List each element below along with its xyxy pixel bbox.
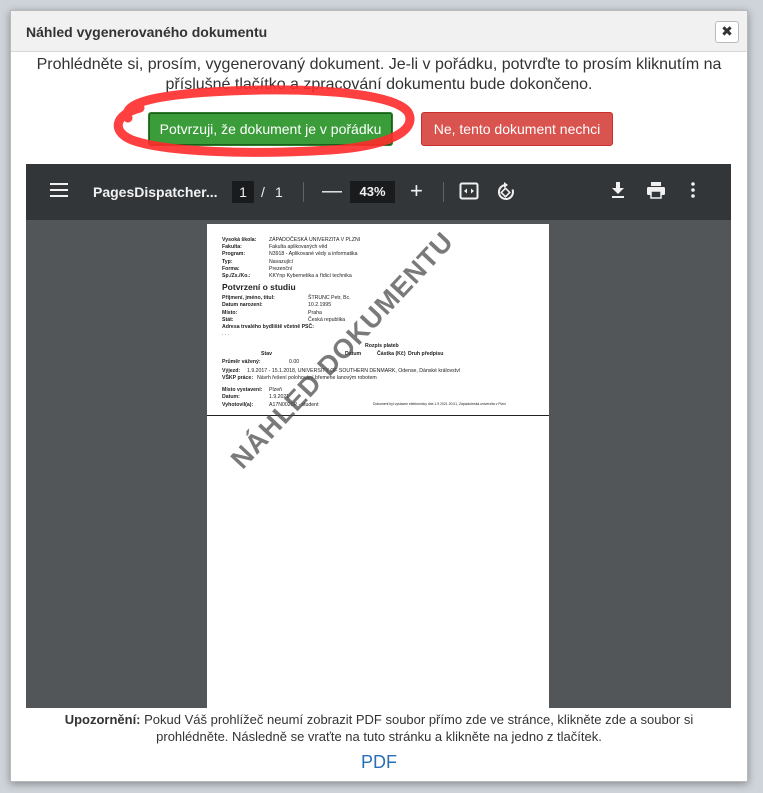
confirm-document-button[interactable]: Potvrzuji, že dokument je v pořádku xyxy=(148,112,393,146)
menu-icon[interactable] xyxy=(50,183,68,197)
zoom-out-icon[interactable]: — xyxy=(322,180,342,203)
doc-form-label: Forma: xyxy=(222,266,240,272)
doc-avg-label: Průměr vážený: xyxy=(222,359,261,365)
doc-field-label: Sp./Zs./Ko.: xyxy=(222,273,251,279)
doc-exit: 1.9.2017 - 15.1.2018, UNIVERSITY OF SOUT… xyxy=(247,368,461,374)
doc-avg: 0.00 xyxy=(289,359,300,365)
pdf-link[interactable]: PDF xyxy=(11,752,747,773)
close-button[interactable]: ✖ xyxy=(715,21,739,43)
doc-issue-place: Plzeň xyxy=(269,387,282,393)
doc-type-label: Typ: xyxy=(222,259,233,265)
zoom-in-icon[interactable]: + xyxy=(410,178,423,204)
doc-birth-label: Datum narození: xyxy=(222,302,263,308)
warning-body: Pokud Váš prohlížeč neumí zobrazit PDF s… xyxy=(140,712,694,744)
doc-col-type: Druh předpisu xyxy=(408,351,444,357)
doc-place-label: Místo: xyxy=(222,310,238,316)
doc-field: KKYnp Kybernetika a řídicí technika xyxy=(269,273,352,279)
doc-form: Prezenční xyxy=(269,266,293,272)
rotate-icon[interactable] xyxy=(496,181,516,204)
doc-col-state: Stav xyxy=(261,351,272,357)
dialog-intro-text: Prohlédněte si, prosím, vygenerovaný dok… xyxy=(36,56,722,93)
doc-address-dots: . . . xyxy=(222,331,230,337)
doc-school-label: Vysoká škola: xyxy=(222,237,257,243)
download-icon[interactable] xyxy=(610,181,626,202)
pdf-document-name: PagesDispatcher... xyxy=(93,184,218,200)
doc-col-amount: Částka (Kč) xyxy=(377,351,406,357)
doc-exit-label: Výjezd: xyxy=(222,368,241,374)
toolbar-divider xyxy=(303,182,304,202)
doc-footer-note: Dokument byl vystaven elektronicky dne 1… xyxy=(373,402,506,406)
pdf-page: Vysoká škola: ZÁPADOČESKÁ UNIVERZITA V P… xyxy=(207,224,549,708)
dialog-titlebar: Náhled vygenerovaného dokumentu ✖ xyxy=(11,11,747,52)
doc-faculty: Fakulta aplikovaných věd xyxy=(269,244,328,250)
warning-label: Upozornění: xyxy=(64,712,141,727)
doc-faculty-label: Fakulta: xyxy=(222,244,242,250)
doc-name-label: Příjmení, jméno, titul: xyxy=(222,295,275,301)
doc-heading: Potvrzení o studiu xyxy=(222,282,296,292)
doc-state-label: Stát: xyxy=(222,317,234,323)
pdf-toolbar: PagesDispatcher... 1 / 1 — 43% + xyxy=(26,164,731,220)
doc-address-label: Adresa trvalého bydliště včetně PSČ: xyxy=(222,324,314,330)
pdf-viewer[interactable]: PagesDispatcher... 1 / 1 — 43% + Vysoká … xyxy=(26,164,731,708)
doc-program: N3918 - Aplikované vědy a informatika xyxy=(269,251,358,257)
close-icon: ✖ xyxy=(721,23,733,39)
doc-birth: 10.2.1995 xyxy=(308,302,332,308)
doc-place: Praha xyxy=(308,310,322,316)
page-number-input[interactable]: 1 xyxy=(232,181,254,203)
doc-date-label: Datum: xyxy=(222,394,240,400)
dialog-title: Náhled vygenerovaného dokumentu xyxy=(26,24,268,40)
more-options-icon[interactable] xyxy=(690,181,696,202)
doc-program-label: Program: xyxy=(222,251,246,257)
page-total: 1 xyxy=(275,184,283,200)
doc-issue-place-label: Místo vystavení: xyxy=(222,387,263,393)
print-icon[interactable] xyxy=(646,181,666,202)
doc-name: ŠTRUNC Petr, Bc. xyxy=(308,295,351,301)
doc-school: ZÁPADOČESKÁ UNIVERZITA V PLZNI xyxy=(269,237,361,243)
reject-document-button[interactable]: Ne, tento dokument nechci xyxy=(421,112,613,146)
preview-dialog: Náhled vygenerovaného dokumentu ✖ Prohlé… xyxy=(10,10,748,782)
doc-thesis-label: VŠKP práce: xyxy=(222,375,254,381)
zoom-level-input[interactable]: 43% xyxy=(350,181,395,203)
doc-state: Česká republika xyxy=(308,317,346,323)
toolbar-divider xyxy=(443,182,444,202)
doc-type: Navazující xyxy=(269,259,294,265)
page-separator: / xyxy=(261,184,265,200)
fit-to-page-icon[interactable] xyxy=(459,182,479,203)
warning-text[interactable]: Upozornění: Pokud Váš prohlížeč neumí zo… xyxy=(31,711,727,745)
doc-issuer-label: Vyhotovil(a): xyxy=(222,402,254,408)
doc-divider xyxy=(207,415,549,416)
